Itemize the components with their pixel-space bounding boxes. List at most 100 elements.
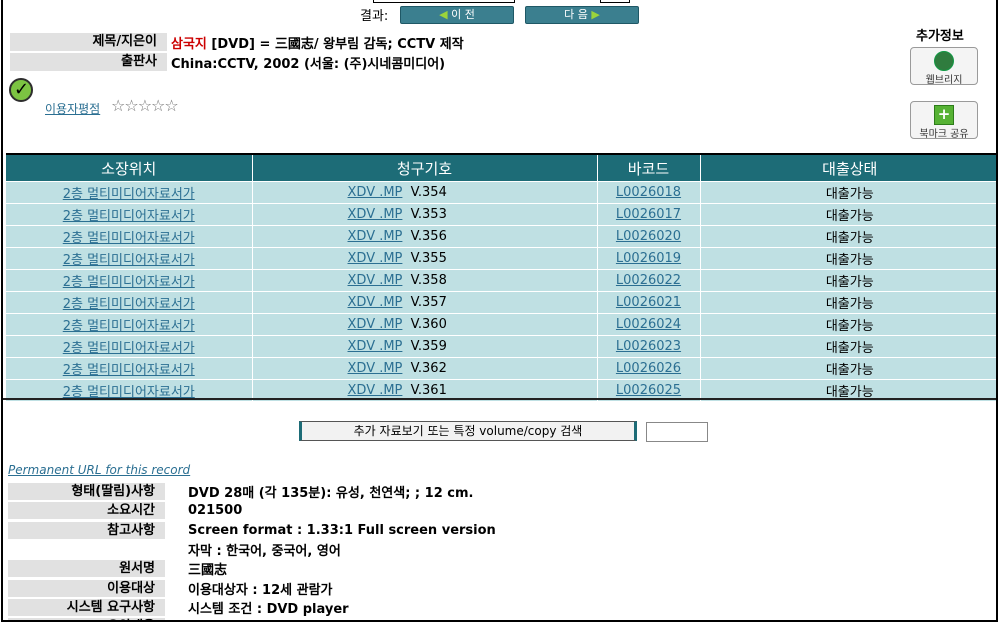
top-border-fragment [600, 0, 630, 3]
detail-row: 자막 : 한국어, 중국어, 영어 [8, 540, 496, 559]
call-number-cell: XDV .MP V.355 [251, 247, 597, 270]
call-number-link[interactable]: XDV .MP [348, 317, 403, 332]
call-number-cell: XDV .MP V.353 [251, 203, 597, 226]
location-link[interactable]: 2층 멀티미디어자료서가 [6, 291, 252, 314]
call-number-link[interactable]: XDV .MP [348, 295, 403, 310]
table-row: 2층 멀티미디어자료서가 XDV .MP V.356 L0026020 대출가능 [6, 225, 996, 248]
call-number-link[interactable]: XDV .MP [348, 383, 403, 398]
detail-value: Screen format : 1.33:1 Full screen versi… [188, 522, 496, 538]
call-number-cell: XDV .MP V.362 [251, 357, 597, 380]
location-link[interactable]: 2층 멀티미디어자료서가 [6, 181, 252, 204]
table-row: 2층 멀티미디어자료서가 XDV .MP V.353 L0026017 대출가능 [6, 203, 996, 226]
user-rating-link[interactable]: 이용자평점 [45, 100, 100, 117]
call-number-link[interactable]: XDV .MP [348, 229, 403, 244]
barcode-link[interactable]: L0026024 [596, 313, 700, 336]
detail-value: 자막 : 한국어, 중국어, 영어 [188, 544, 341, 560]
table-row: 2층 멀티미디어자료서가 XDV .MP V.358 L0026022 대출가능 [6, 269, 996, 292]
table-row: 2층 멀티미디어자료서가 XDV .MP V.359 L0026023 대출가능 [6, 335, 996, 358]
publisher-label: 출판사 [10, 53, 167, 71]
barcode-link[interactable]: L0026018 [596, 181, 700, 204]
bookmark-share-button[interactable]: + 북마크 공유 [910, 101, 978, 140]
detail-value: 시스템 조건 : DVD player [188, 601, 349, 617]
call-number-link[interactable]: XDV .MP [348, 361, 403, 376]
location-link[interactable]: 2층 멀티미디어자료서가 [6, 357, 252, 380]
detail-label: 형태(딸림)사항 [8, 483, 165, 501]
location-link[interactable]: 2층 멀티미디어자료서가 [6, 203, 252, 226]
status-text: 대출가능 [699, 291, 996, 314]
extra-info-title: 추가정보 [916, 29, 964, 44]
volume-search-button[interactable]: 추가 자료보기 또는 특정 volume/copy 검색 [299, 421, 637, 441]
plus-icon: + [934, 105, 954, 125]
table-row: 2층 멀티미디어자료서가 XDV .MP V.360 L0026024 대출가능 [6, 313, 996, 336]
barcode-link[interactable]: L0026026 [596, 357, 700, 380]
location-link[interactable]: 2층 멀티미디어자료서가 [6, 225, 252, 248]
record-frame: 결과: ◀ 이 전 다 음 ▶ 제목/지은이 삼국지 [DVD] = 三國志/ … [1, 0, 998, 622]
detail-row: 형태(딸림)사항 DVD 28매 (각 135분): 유성, 천연색; ; 12 … [8, 482, 496, 501]
detail-row: 요약내용제1편 관한장 삼대대결전략의 도시 소사 [8, 617, 496, 620]
location-link[interactable]: 2층 멀티미디어자료서가 [6, 335, 252, 358]
webbridge-label: 웹브리지 [925, 75, 963, 86]
volume-search-input[interactable] [646, 422, 708, 442]
rating-stars-icon[interactable]: ☆☆☆☆☆ [111, 96, 179, 115]
col-header-status: 대출상태 [699, 153, 996, 182]
next-label: 다 음 [564, 8, 588, 21]
barcode-link[interactable]: L0026017 [596, 203, 700, 226]
detail-label: 참고사항 [8, 521, 165, 539]
holdings-header-row: 소장위치 청구기호 바코드 대출상태 [6, 153, 996, 182]
barcode-link[interactable]: L0026020 [596, 225, 700, 248]
detail-row: 시스템 요구사항 시스템 조건 : DVD player [8, 598, 496, 617]
result-label: 결과: [360, 9, 389, 24]
detail-label: 원서명 [8, 560, 165, 578]
publisher-row: 출판사 China:CCTV, 2002 (서울: (주)시네콤미디어) [10, 52, 464, 72]
table-row: 2층 멀티미디어자료서가 XDV .MP V.355 L0026019 대출가능 [6, 247, 996, 270]
detail-value: 021500 [188, 503, 243, 519]
table-row: 2층 멀티미디어자료서가 XDV .MP V.354 L0026018 대출가능 [6, 181, 996, 204]
detail-row: 참고사항 Screen format : 1.33:1 Full screen v… [8, 521, 496, 540]
location-link[interactable]: 2층 멀티미디어자료서가 [6, 313, 252, 336]
next-button[interactable]: 다 음 ▶ [525, 6, 639, 24]
volume-text: V.354 [410, 185, 447, 200]
status-text: 대출가능 [699, 247, 996, 270]
location-link[interactable]: 2층 멀티미디어자료서가 [6, 269, 252, 292]
volume-text: V.359 [410, 339, 447, 354]
location-link[interactable]: 2층 멀티미디어자료서가 [6, 247, 252, 270]
call-number-cell: XDV .MP V.359 [251, 335, 597, 358]
volume-text: V.356 [410, 229, 447, 244]
call-number-cell: XDV .MP V.360 [251, 313, 597, 336]
title-label: 제목/지은이 [10, 33, 167, 51]
barcode-link[interactable]: L0026019 [596, 247, 700, 270]
call-number-link[interactable]: XDV .MP [348, 273, 403, 288]
webbridge-button[interactable]: 웹브리지 [910, 47, 978, 86]
call-number-link[interactable]: XDV .MP [348, 339, 403, 354]
volume-text: V.357 [410, 295, 447, 310]
col-header-location: 소장위치 [6, 153, 252, 182]
call-number-link[interactable]: XDV .MP [348, 207, 403, 222]
volume-text: V.361 [410, 383, 447, 398]
barcode-link[interactable]: L0026023 [596, 335, 700, 358]
publisher-value: China:CCTV, 2002 (서울: (주)시네콤미디어) [171, 56, 446, 72]
divider [3, 398, 996, 400]
status-text: 대출가능 [699, 357, 996, 380]
checkmark-icon[interactable] [9, 78, 33, 102]
call-number-link[interactable]: XDV .MP [348, 185, 403, 200]
globe-icon [934, 51, 954, 71]
top-border-fragment [373, 0, 515, 3]
volume-text: V.353 [410, 207, 447, 222]
status-text: 대출가능 [699, 203, 996, 226]
bookmark-label: 북마크 공유 [919, 129, 969, 140]
barcode-link[interactable]: L0026021 [596, 291, 700, 314]
table-row: 2층 멀티미디어자료서가 XDV .MP V.362 L0026026 대출가능 [6, 357, 996, 380]
title-row: 제목/지은이 삼국지 [DVD] = 三國志/ 왕부림 감독; CCTV 제작 [10, 32, 464, 52]
record-summary: 제목/지은이 삼국지 [DVD] = 三國志/ 왕부림 감독; CCTV 제작 … [10, 32, 464, 72]
permanent-url-link[interactable]: Permanent URL for this record [8, 463, 190, 477]
prev-button[interactable]: ◀ 이 전 [400, 6, 514, 24]
volume-text: V.355 [410, 251, 447, 266]
detail-label: 이용대상 [8, 579, 165, 597]
detail-label: 시스템 요구사항 [8, 598, 165, 616]
detail-label: 요약내용 [8, 618, 165, 620]
volume-text: V.362 [410, 361, 447, 376]
detail-value: DVD 28매 (각 135분): 유성, 천연색; ; 12 cm. [188, 486, 474, 502]
barcode-link[interactable]: L0026022 [596, 269, 700, 292]
call-number-link[interactable]: XDV .MP [348, 251, 403, 266]
detail-row: 소요시간 021500 [8, 501, 496, 520]
